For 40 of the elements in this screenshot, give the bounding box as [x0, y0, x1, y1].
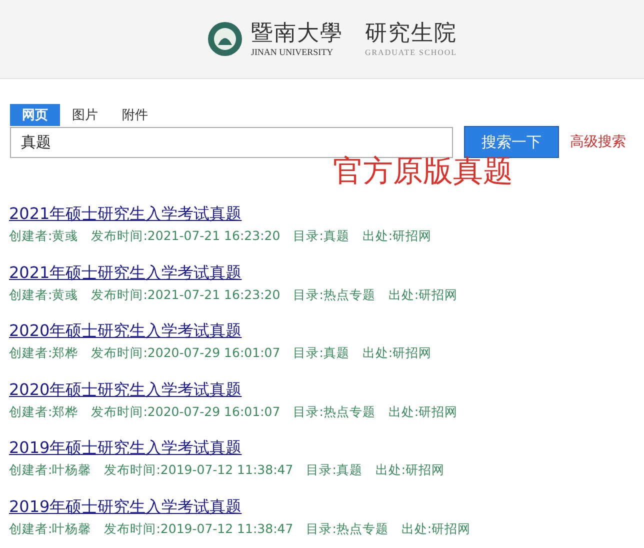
- result-publish-time: 发布时间:2020-07-29 16:01:07: [91, 344, 280, 362]
- university-name: 暨南大學: [250, 20, 343, 46]
- search-button[interactable]: 搜索一下: [464, 126, 559, 158]
- result-publish-time: 发布时间:2021-07-21 16:23:20: [91, 227, 280, 245]
- advanced-search-link[interactable]: 高级搜索: [570, 133, 626, 151]
- university-emblem-icon: [206, 21, 243, 57]
- result-creator: 创建者:叶杨馨: [9, 520, 92, 538]
- result-catalog: 目录:真题: [306, 461, 362, 480]
- result-catalog: 目录:真题: [293, 227, 350, 245]
- result-title-link[interactable]: 2021年硕士研究生入学考试真题: [9, 204, 242, 223]
- result-catalog: 目录:热点专题: [293, 286, 376, 304]
- result-creator: 创建者:黄彧: [9, 286, 78, 304]
- result-source: 出处:研招网: [388, 402, 458, 421]
- result-creator: 创建者:叶杨馨: [9, 461, 92, 480]
- result-title-link[interactable]: 2019年硕士研究生入学考试真题: [9, 438, 242, 458]
- result-title-link[interactable]: 2020年硕士研究生入学考试真题: [9, 380, 242, 399]
- result-catalog: 目录:真题: [293, 344, 350, 362]
- search-tab[interactable]: 附件: [110, 104, 160, 126]
- university-english-name: JINAN UNIVERSITY: [250, 46, 334, 58]
- result-publish-time: 发布时间:2021-07-21 16:23:20: [91, 286, 280, 304]
- result-source: 出处:研招网: [388, 286, 458, 304]
- result-source: 出处:研招网: [401, 520, 471, 538]
- result-source: 出处:研招网: [362, 227, 432, 245]
- result-publish-time: 发布时间:2020-07-29 16:01:07: [91, 402, 280, 421]
- school-english-name: GRADUATE SCHOOL: [364, 46, 458, 58]
- result-catalog: 目录:热点专题: [293, 402, 376, 421]
- search-tab[interactable]: 网页: [10, 104, 60, 126]
- search-tab[interactable]: 图片: [60, 104, 110, 126]
- result-publish-time: 发布时间:2019-07-12 11:38:47: [104, 461, 294, 480]
- result-creator: 创建者:郑桦: [9, 402, 78, 421]
- result-title-link[interactable]: 2021年硕士研究生入学考试真题: [9, 262, 242, 282]
- result-catalog: 目录:热点专题: [306, 520, 388, 538]
- school-name: 研究生院: [364, 20, 457, 46]
- result-publish-time: 发布时间:2019-07-12 11:38:47: [104, 520, 294, 538]
- result-source: 出处:研招网: [375, 461, 445, 480]
- result-source: 出处:研招网: [362, 344, 432, 362]
- result-creator: 创建者:黄彧: [9, 227, 78, 245]
- result-title-link[interactable]: 2019年硕士研究生入学考试真题: [9, 496, 242, 516]
- result-title-link[interactable]: 2020年硕士研究生入学考试真题: [9, 321, 242, 340]
- result-creator: 创建者:郑桦: [9, 344, 78, 362]
